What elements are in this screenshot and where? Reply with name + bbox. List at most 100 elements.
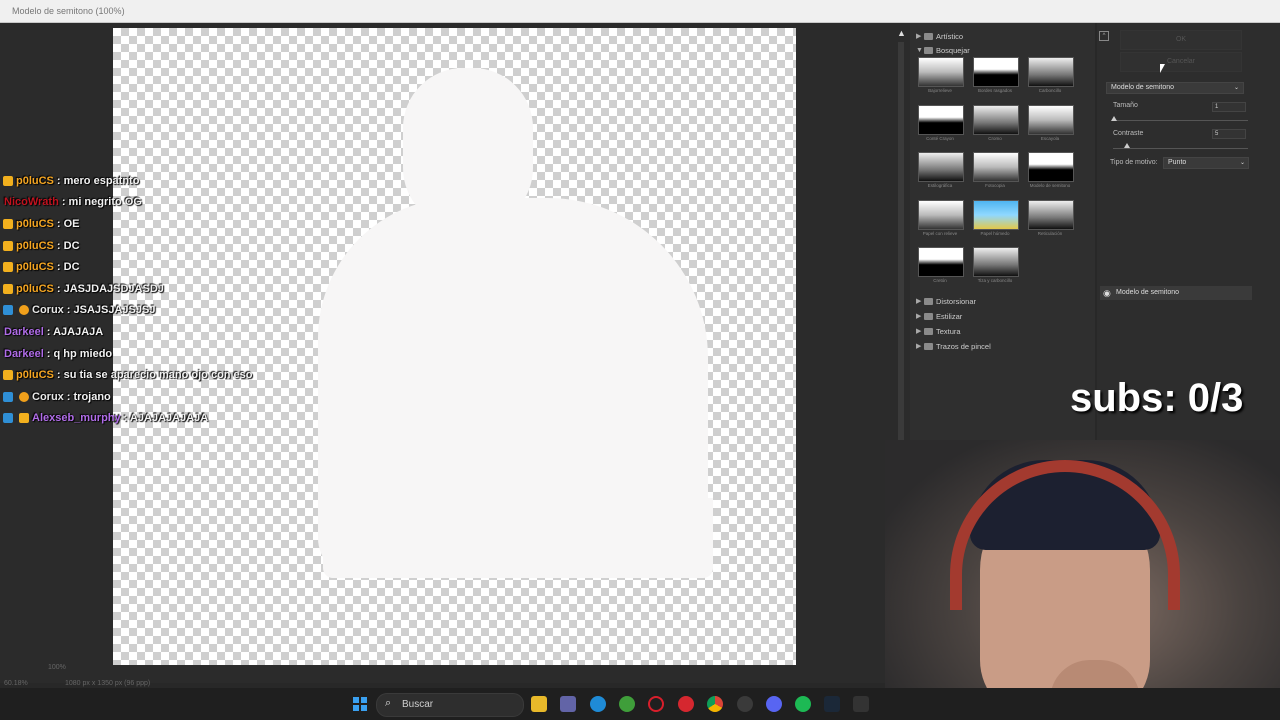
chat-text: : DC <box>56 239 80 252</box>
effect-layer-name: Modelo de semitono <box>1116 289 1180 296</box>
filter-thumbnail[interactable]: Escayola <box>1028 104 1074 141</box>
filter-thumbnail[interactable]: Cretón <box>918 247 964 283</box>
chat-message: Corux: trojano <box>0 386 300 408</box>
thumbnail-image <box>973 57 1019 87</box>
pattern-type-select[interactable]: Punto ⌄ <box>1163 157 1249 169</box>
chat-text: : q hp miedo <box>46 347 113 360</box>
opera-icon[interactable] <box>648 696 664 712</box>
filter-thumbnail[interactable]: Papel con relieve <box>918 199 964 236</box>
filter-thumbnail[interactable]: Modelo de semitono <box>1028 152 1074 188</box>
search-placeholder: Buscar <box>402 699 434 710</box>
expand-icon: ▶ <box>916 33 922 40</box>
filter-thumbnail[interactable]: Fotocopia <box>973 152 1019 188</box>
chat-text: : su tia se aparecio mano ojo con eso <box>56 369 253 382</box>
filter-thumbnail[interactable]: Carboncillo <box>1028 57 1074 93</box>
app-icon[interactable] <box>678 696 694 712</box>
chat-text: : JSAJSJAJSJSJ <box>66 304 156 317</box>
filter-thumbnail[interactable]: Bordes rasgados <box>973 57 1019 93</box>
chat-username: p0luCS <box>16 369 54 382</box>
filter-thumbnail[interactable]: Papel húmedo <box>973 199 1019 236</box>
size-label: Tamaño <box>1113 102 1138 109</box>
badge-icon <box>3 391 13 402</box>
steam-icon[interactable] <box>824 696 840 712</box>
category-distorsionar[interactable]: ▶ Distorsionar <box>916 294 976 308</box>
thumbnail-image <box>1028 104 1074 135</box>
scroll-up-icon[interactable]: ▲ <box>897 28 906 38</box>
edge-icon[interactable] <box>590 696 606 712</box>
spotify-icon[interactable] <box>795 696 811 712</box>
category-trazos-de-pincel[interactable]: ▶ Trazos de pincel <box>916 339 991 353</box>
thumbnail-label: Conté Crayon <box>926 135 954 141</box>
xbox-icon[interactable] <box>619 696 635 712</box>
thumbnail-label: Bajorrelieve <box>928 88 952 93</box>
contrast-input[interactable]: 5 <box>1212 129 1246 139</box>
thumbnail-label: Reticulación <box>1037 230 1063 236</box>
category-bosquejar[interactable]: ▼ Bosquejar <box>916 43 970 57</box>
chat-username: Alexseb_murphy <box>32 412 121 425</box>
badge-icon <box>19 413 29 424</box>
filter-thumbnail[interactable]: Estilográfica <box>918 152 964 188</box>
chat-message: Alexseb_murphy: AJAJAJAJAJA <box>0 408 300 430</box>
thumbnail-label: Papel con relieve <box>922 230 958 236</box>
badge-icon <box>3 240 13 251</box>
chat-username: p0luCS <box>16 239 54 252</box>
subs-counter: subs: 0/3 <box>1070 376 1244 420</box>
folder-icon <box>924 327 933 335</box>
ok-button[interactable]: OK <box>1120 30 1242 50</box>
chrome-icon[interactable] <box>707 696 723 712</box>
eye-icon[interactable]: ◉ <box>1103 286 1111 300</box>
headphones-icon <box>950 460 1180 610</box>
category-artistico[interactable]: ▶ Artístico <box>916 29 963 43</box>
filter-thumbnail[interactable]: Bajorrelieve <box>918 57 964 93</box>
chat-message: Corux: JSAJSJAJSJSJ <box>0 300 300 322</box>
size-input[interactable]: 1 <box>1212 102 1246 112</box>
badge-icon <box>3 262 13 273</box>
filter-thumbnail[interactable]: Conté Crayon <box>918 104 964 141</box>
effect-layer-row[interactable]: ◉ Modelo de semitono <box>1100 286 1252 300</box>
thumbnail-image <box>1028 57 1074 87</box>
expand-icon: ▶ <box>916 343 922 350</box>
filter-select[interactable]: Modelo de semitono ⌄ <box>1106 82 1244 94</box>
thumbnail-label: Estilográfica <box>927 183 953 188</box>
obs-icon[interactable] <box>737 696 753 712</box>
search-icon: ⌕ <box>385 697 392 709</box>
epic-games-icon[interactable] <box>853 696 869 712</box>
window-titlebar: Modelo de semitono (100%) <box>0 0 1280 23</box>
webcam-overlay <box>885 440 1280 720</box>
category-label: Textura <box>936 326 961 336</box>
folder-icon <box>924 32 933 40</box>
size-slider[interactable] <box>1113 120 1248 121</box>
filter-thumbnail[interactable]: Reticulación <box>1028 199 1074 236</box>
zoom-field[interactable]: 100% <box>48 664 66 671</box>
category-estilizar[interactable]: ▶ Estilizar <box>916 309 962 323</box>
chat-username: Darkeel <box>4 347 44 360</box>
contrast-slider[interactable] <box>1113 148 1248 149</box>
taskbar-search[interactable]: ⌕ Buscar <box>376 693 524 717</box>
filter-thumbnail[interactable]: Cromo <box>973 104 1019 141</box>
category-label: Trazos de pincel <box>936 341 991 351</box>
file-explorer-icon[interactable] <box>531 696 547 712</box>
folder-icon <box>924 312 933 320</box>
expand-icon: ▶ <box>916 298 922 305</box>
windows-icon[interactable] <box>352 696 368 712</box>
filter-thumbnail[interactable]: Tiza y carboncillo <box>973 247 1019 283</box>
chat-username: p0luCS <box>16 261 54 274</box>
chat-text: : OE <box>56 217 80 230</box>
teams-icon[interactable] <box>560 696 576 712</box>
pattern-type-value: Punto <box>1168 159 1187 166</box>
size-slider-handle[interactable] <box>1111 116 1117 121</box>
discord-icon[interactable] <box>766 696 782 712</box>
contrast-slider-handle[interactable] <box>1124 143 1130 148</box>
category-textura[interactable]: ▶ Textura <box>916 324 961 338</box>
category-label: Estilizar <box>936 311 963 321</box>
chat-username: p0luCS <box>16 174 54 187</box>
thumbnail-image <box>1028 199 1074 230</box>
thumbnail-image <box>973 152 1019 182</box>
chevron-down-icon: ⌄ <box>1233 85 1239 91</box>
taskbar: ⌕ Buscar <box>0 688 1280 720</box>
filter-select-value: Modelo de semitono <box>1111 84 1175 91</box>
status-bar: 100% 60.18% 1080 px x 1350 px (96 ppp) <box>0 662 300 687</box>
thumbnail-label: Bordes rasgados <box>977 88 1013 93</box>
collapse-gallery-icon[interactable]: ^ <box>1099 31 1109 41</box>
cancel-button[interactable]: Cancelar <box>1120 52 1242 72</box>
